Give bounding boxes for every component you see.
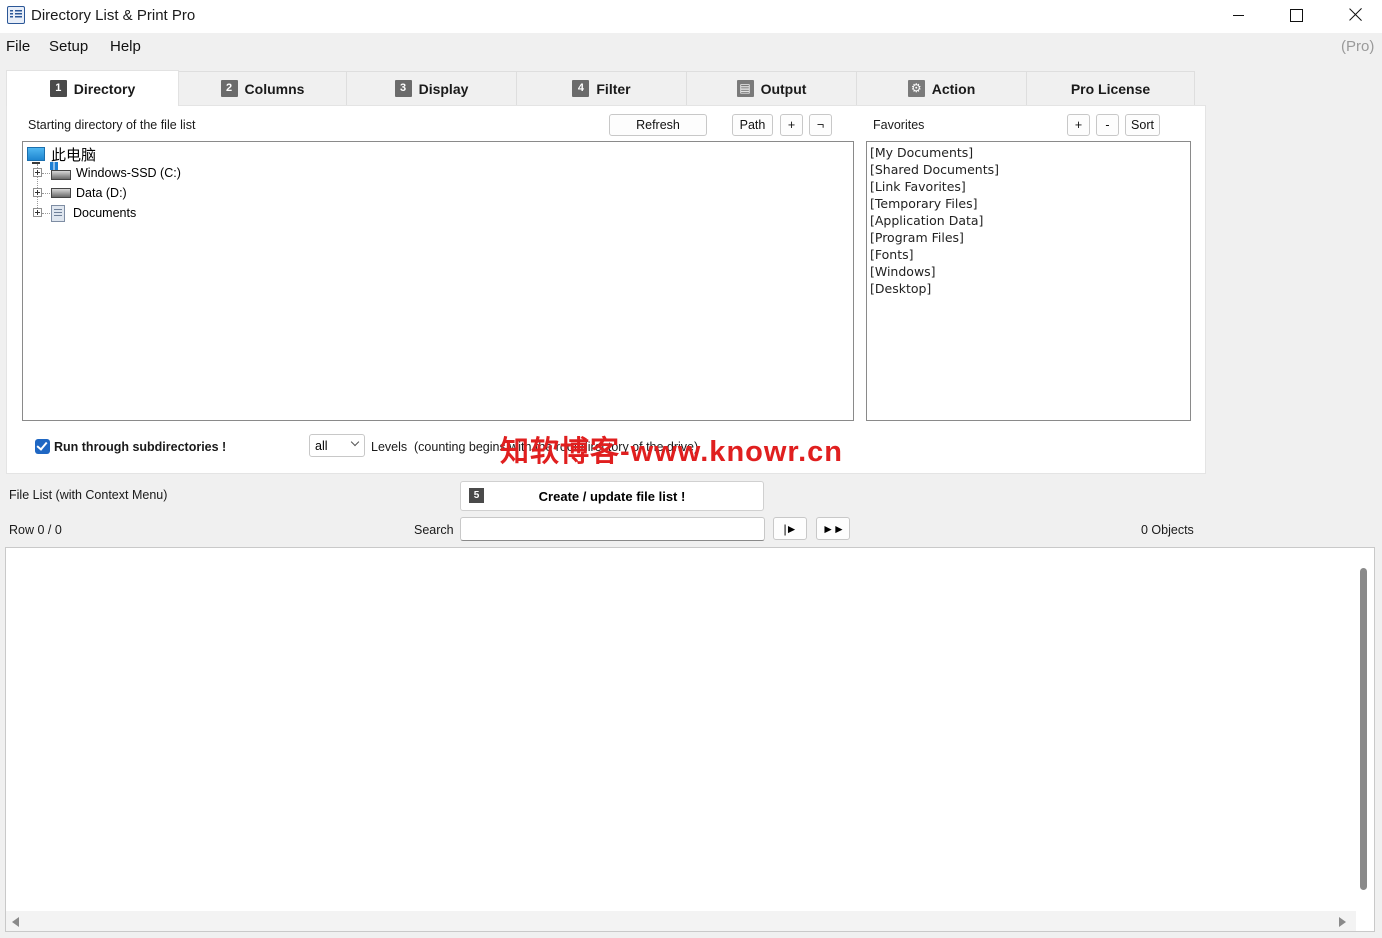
favorites-list[interactable]: [My Documents] [Shared Documents] [Link … (866, 141, 1191, 421)
tab-number: 3 (394, 80, 412, 97)
create-file-list-button[interactable]: 5 Create / update file list ! (460, 481, 764, 511)
tree-connector (42, 193, 50, 194)
scroll-left-icon[interactable] (12, 917, 19, 927)
tree-node-drive-d[interactable]: Data (D:) (33, 184, 127, 202)
favorites-label: Favorites (873, 118, 925, 132)
add-path-button[interactable]: + (780, 114, 803, 136)
drive-icon (51, 188, 71, 198)
find-all-button[interactable]: ►► (816, 517, 850, 540)
tab-label: Directory (73, 80, 136, 97)
chevron-down-icon (350, 437, 360, 447)
scroll-right-icon[interactable] (1339, 917, 1346, 927)
computer-icon (27, 147, 45, 164)
tab-output[interactable]: ▤ Output (686, 71, 857, 105)
add-favorite-button[interactable]: + (1067, 114, 1090, 136)
tab-filter[interactable]: 4 Filter (516, 71, 687, 105)
list-item[interactable]: [Windows] (870, 264, 1190, 281)
minimize-icon[interactable] (1211, 0, 1269, 32)
menu-file[interactable]: File (6, 38, 30, 55)
tab-columns[interactable]: 2 Columns (178, 71, 347, 105)
output-icon: ▤ (736, 80, 754, 97)
vertical-scrollbar[interactable] (1360, 568, 1367, 890)
tab-label: Filter (596, 80, 631, 97)
tree-node-drive-c[interactable]: Windows-SSD (C:) (33, 162, 181, 182)
objects-count: 0 Objects (1141, 523, 1194, 537)
search-input[interactable] (460, 517, 765, 541)
tree-connector (42, 173, 50, 174)
directory-panel: Starting directory of the file list Refr… (6, 105, 1206, 474)
list-item[interactable]: [Fonts] (870, 247, 1190, 264)
list-item[interactable]: [Shared Documents] (870, 162, 1190, 179)
tab-directory[interactable]: 1 Directory (6, 70, 179, 106)
expand-icon[interactable] (33, 208, 42, 217)
sort-favorites-button[interactable]: Sort (1125, 114, 1160, 136)
path-button[interactable]: Path (732, 114, 773, 136)
title-bar: Directory List & Print Pro (0, 0, 1382, 33)
drive-icon (50, 162, 71, 180)
maximize-icon[interactable] (1267, 0, 1325, 32)
tab-label: Output (760, 80, 807, 97)
levels-select[interactable]: all (309, 434, 365, 457)
tab-display[interactable]: 3 Display (346, 71, 517, 105)
exclude-path-button[interactable]: ¬ (809, 114, 832, 136)
tab-label: Columns (244, 80, 305, 97)
list-item[interactable]: [Program Files] (870, 230, 1190, 247)
tab-label: Pro License (1070, 80, 1151, 97)
menu-bar: File Setup Help (Pro) (0, 33, 1382, 57)
list-item[interactable]: [Application Data] (870, 213, 1190, 230)
remove-favorite-button[interactable]: - (1096, 114, 1119, 136)
menu-help[interactable]: Help (110, 38, 141, 55)
tab-pro-license[interactable]: Pro License (1026, 71, 1195, 105)
list-item[interactable]: [Temporary Files] (870, 196, 1190, 213)
tab-label: Action (931, 80, 976, 97)
start-dir-label: Starting directory of the file list (28, 118, 196, 132)
tab-number: 1 (49, 80, 67, 97)
levels-label: Levels (371, 440, 408, 454)
edition-label: (Pro) (1341, 38, 1375, 55)
close-icon[interactable] (1325, 0, 1382, 32)
refresh-button[interactable]: Refresh (609, 114, 707, 136)
gear-icon: ⚙ (907, 80, 925, 97)
row-status: Row 0 / 0 (9, 523, 62, 537)
expand-icon[interactable] (33, 168, 42, 177)
list-item[interactable]: [Link Favorites] (870, 179, 1190, 196)
create-file-list-label: Create / update file list ! (538, 488, 686, 504)
levels-value: all (315, 439, 328, 453)
file-list[interactable] (5, 547, 1375, 932)
tree-node-label: Windows-SSD (C:) (76, 166, 181, 180)
app-icon (7, 6, 25, 24)
tab-action[interactable]: ⚙ Action (856, 71, 1027, 105)
tree-node-documents[interactable]: Documents (33, 204, 136, 222)
window-title: Directory List & Print Pro (31, 7, 196, 24)
expand-icon[interactable] (33, 188, 42, 197)
tab-label: Display (418, 80, 469, 97)
list-item[interactable]: [Desktop] (870, 281, 1190, 298)
subdirectories-checkbox[interactable] (35, 439, 50, 454)
list-item[interactable]: [My Documents] (870, 145, 1190, 162)
search-label: Search (414, 523, 454, 537)
directory-tree[interactable]: 此电脑 Windows-SSD (C:) Data (D:) Documents (22, 141, 854, 421)
tab-number: 4 (572, 80, 590, 97)
tree-node-label: Data (D:) (76, 186, 127, 200)
file-list-label: File List (with Context Menu) (9, 488, 168, 502)
horizontal-scrollbar[interactable] (6, 911, 1356, 931)
subdirectories-label: Run through subdirectories ! (54, 440, 227, 454)
watermark-text: 知软博客-www.knowr.cn (500, 436, 844, 468)
tab-number: 2 (220, 80, 238, 97)
tree-node-label: Documents (73, 206, 137, 220)
tree-connector (42, 213, 50, 214)
menu-setup[interactable]: Setup (49, 38, 88, 55)
find-next-button[interactable]: |► (773, 517, 807, 540)
tree-node-this-pc[interactable]: 此电脑 (27, 145, 96, 164)
documents-icon (51, 204, 65, 222)
step-number: 5 (469, 488, 484, 503)
